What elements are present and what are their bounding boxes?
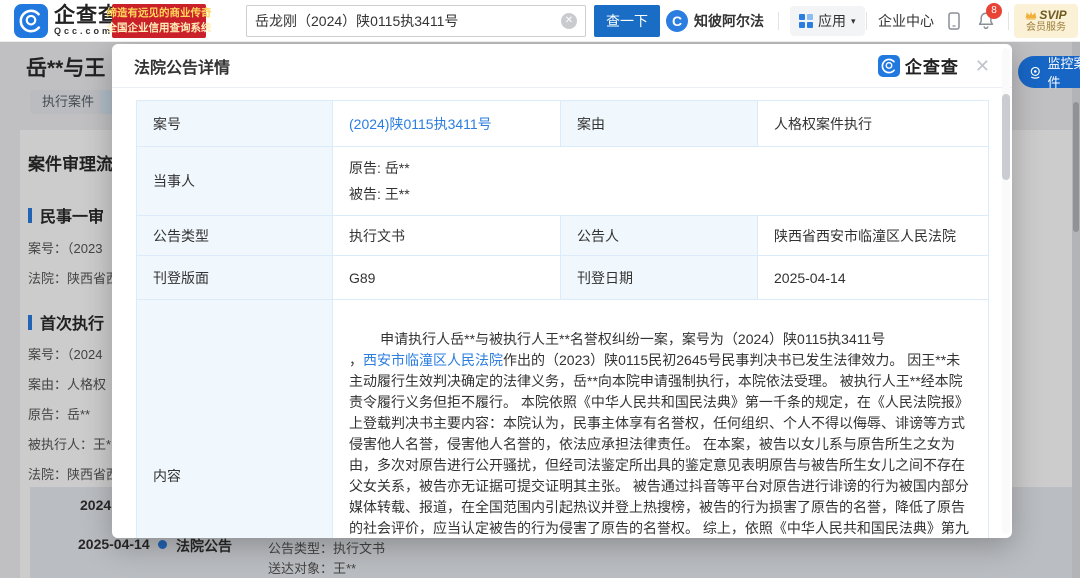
announcement-detail-table: 案号 (2024)陕0115执3411号 案由 人格权案件执行 当事人 原告: … xyxy=(136,100,989,538)
table-row: 内容 申请执行人岳**与被执行人王**名誉权纠纷一案，案号为（2024）陕011… xyxy=(137,300,989,539)
type-value: 执行文书 xyxy=(333,216,561,256)
court-link[interactable]: 西安市临潼区人民法院 xyxy=(363,352,503,368)
close-icon[interactable]: ✕ xyxy=(975,57,990,75)
announcer-value: 陕西省西安市临潼区人民法院 xyxy=(758,216,989,256)
modal-scrollbar-thumb[interactable] xyxy=(1002,94,1010,180)
modal-scrollbar[interactable] xyxy=(1002,48,1010,534)
page-value: G89 xyxy=(333,256,561,300)
nav-enterprise-center[interactable]: 企业中心 xyxy=(878,0,934,42)
cause-label: 案由 xyxy=(561,101,758,147)
modal-title: 法院公告详情 xyxy=(134,54,878,78)
divider xyxy=(778,12,779,30)
chevron-down-icon: ▾ xyxy=(851,16,856,27)
cause-value: 人格权案件执行 xyxy=(758,101,989,147)
case-no-label: 案号 xyxy=(137,101,333,147)
search-input[interactable] xyxy=(255,13,561,29)
crown-icon xyxy=(1025,10,1037,20)
divider xyxy=(1008,12,1009,30)
qcc-logo-icon xyxy=(14,4,48,38)
search-box: ✕ xyxy=(246,5,586,37)
content-label: 内容 xyxy=(137,300,333,539)
divider xyxy=(866,12,867,30)
svip-member-service[interactable]: SVIP 会员服务 xyxy=(1014,4,1078,38)
modal-header: 法院公告详情 企查查 ✕ xyxy=(112,44,1012,88)
clear-search-icon[interactable]: ✕ xyxy=(561,13,577,29)
zhibi-alfa-icon: C xyxy=(666,10,688,32)
apps-grid-icon xyxy=(799,14,813,28)
nav-apps[interactable]: 应用 ▾ xyxy=(790,0,865,42)
publish-date-label: 刊登日期 xyxy=(561,256,758,300)
publish-date-value: 2025-04-14 xyxy=(758,256,989,300)
search-button[interactable]: 查一下 xyxy=(594,5,660,37)
topbar: 企查查 Qcc.com 缔造有远见的商业传奇 全国企业信用查询系统 ✕ 查一下 … xyxy=(0,0,1080,42)
modal-qcc-logo: 企查查 xyxy=(878,53,959,78)
notification-badge: 8 xyxy=(986,3,1002,19)
page-label: 刊登版面 xyxy=(137,256,333,300)
slogan-banner: 缔造有远见的商业传奇 全国企业信用查询系统 xyxy=(112,4,206,38)
type-label: 公告类型 xyxy=(137,216,333,256)
content-value: 申请执行人岳**与被执行人王**名誉权纠纷一案，案号为（2024）陕0115执3… xyxy=(333,300,989,539)
nav-zhibi-alfa[interactable]: C 知彼阿尔法 xyxy=(666,0,764,42)
content-text-post: 作出的（2023）陕0115民初2645号民事判决书已发生法律效力。 因王**未… xyxy=(349,352,969,538)
court-announcement-modal: 法院公告详情 企查查 ✕ 案号 (2024)陕0115执3411号 案由 人格权… xyxy=(112,44,1012,538)
announcer-label: 公告人 xyxy=(561,216,758,256)
party-plaintiff: 原告: 岳** xyxy=(349,155,972,181)
table-row: 案号 (2024)陕0115执3411号 案由 人格权案件执行 xyxy=(137,101,989,147)
table-row: 公告类型 执行文书 公告人 陕西省西安市临潼区人民法院 xyxy=(137,216,989,256)
case-no-link[interactable]: (2024)陕0115执3411号 xyxy=(349,116,492,132)
monitor-icon xyxy=(1028,65,1043,80)
table-row: 刊登版面 G89 刊登日期 2025-04-14 xyxy=(137,256,989,300)
qcc-logo[interactable] xyxy=(14,0,48,42)
monitor-case-button[interactable]: 监控案件 xyxy=(1018,56,1080,88)
qcc-logo-icon xyxy=(878,55,900,77)
party-defendant: 被告: 王** xyxy=(349,181,972,207)
table-row: 当事人 原告: 岳** 被告: 王** xyxy=(137,147,989,216)
party-label: 当事人 xyxy=(137,147,333,216)
mobile-app-icon[interactable] xyxy=(944,11,964,31)
